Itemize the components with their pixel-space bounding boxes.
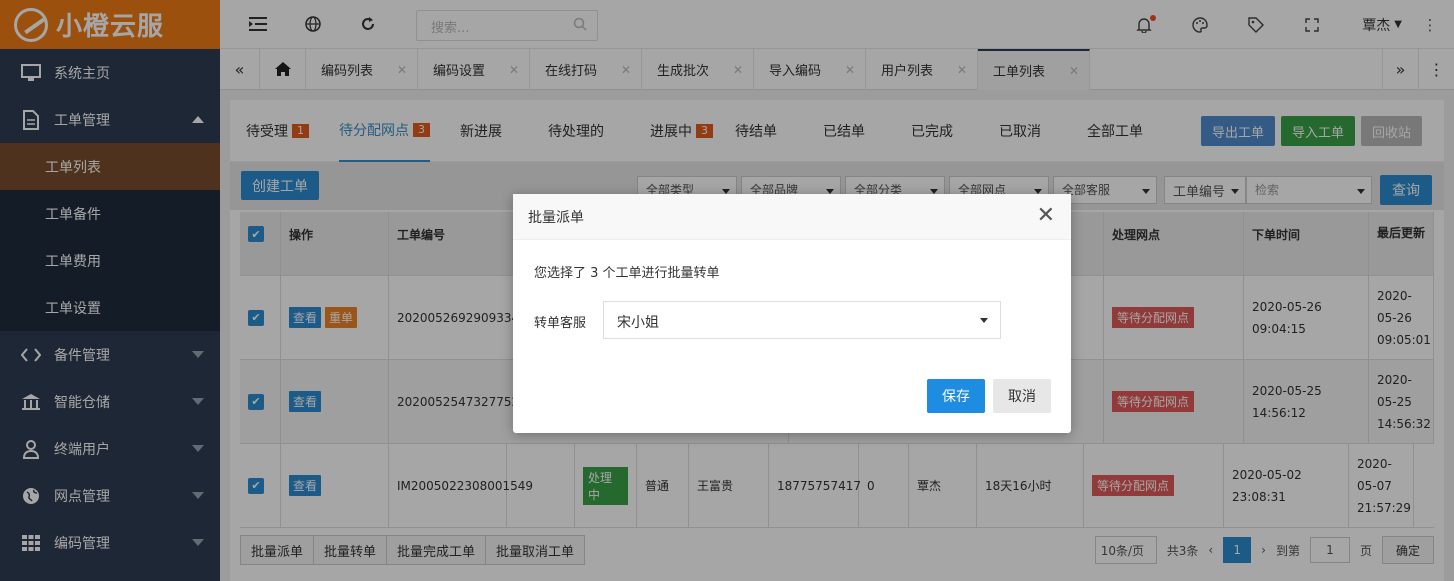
batch-dispatch-dialog: 批量派单 ✕ 您选择了 3 个工单进行批量转单 转单客服 宋小姐 保存 取消 [513, 194, 1071, 433]
close-icon[interactable]: ✕ [1037, 205, 1055, 227]
dialog-message: 您选择了 3 个工单进行批量转单 [534, 266, 720, 281]
dialog-title: 批量派单 [513, 194, 1071, 240]
transfer-agent-label: 转单客服 [534, 316, 587, 331]
save-button[interactable]: 保存 [927, 379, 985, 413]
cancel-button[interactable]: 取消 [993, 379, 1051, 413]
transfer-agent-select[interactable]: 宋小姐 [603, 301, 1001, 339]
